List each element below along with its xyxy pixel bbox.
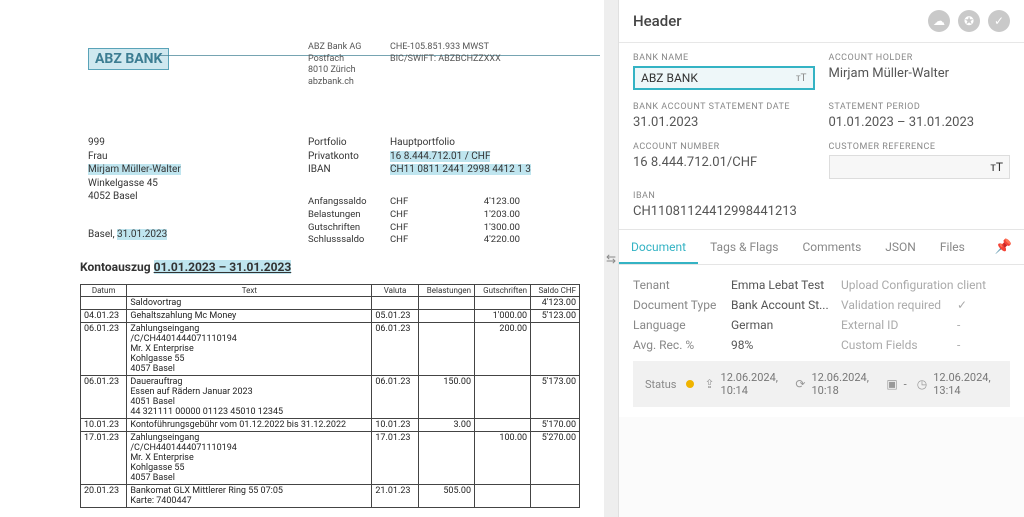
detail-tabs: Document Tags & Flags Comments JSON File… — [619, 229, 1024, 265]
resizer-handle-icon: ⇆ — [604, 245, 618, 273]
tab-tags-flags[interactable]: Tags & Flags — [698, 230, 790, 264]
table-row: 20.01.23Bankomat GLX Mittlerer Ring 55 0… — [81, 485, 580, 508]
globe-icon[interactable]: ✪ — [958, 10, 980, 32]
bank-logo-highlight: ABZ BANK — [88, 48, 169, 70]
balance-currency: CHF CHF CHF CHF — [390, 196, 408, 247]
portfolio-labels: Portfolio Privatkonto IBAN — [308, 136, 359, 177]
document-preview[interactable]: ABZ BANK ABZ Bank AG Postfach 8010 Züric… — [0, 0, 604, 517]
tab-json[interactable]: JSON — [873, 230, 928, 264]
archive-icon: ▣ — [886, 377, 897, 391]
clock-icon: ◷ — [917, 377, 927, 391]
text-size-icon: ᴛT — [990, 160, 1003, 174]
status-bar: Status ⇪ 12.06.2024, 10:14 ⟳ 12.06.2024,… — [633, 361, 1010, 407]
text-size-icon: ᴛT — [796, 73, 807, 84]
field-statement-period: STATEMENT PERIOD 01.01.2023 – 31.01.2023 — [829, 102, 1011, 130]
iban-value[interactable]: CH11081124412998441213 — [633, 204, 1010, 219]
portfolio-values: Hauptportfolio 16 8.444.712.01 / CHF CH1… — [390, 136, 531, 177]
tab-comments[interactable]: Comments — [790, 230, 873, 264]
cloud-icon[interactable]: ☁ — [928, 10, 950, 32]
field-iban: IBAN CH11081124412998441213 — [633, 191, 1010, 219]
field-customer-reference: CUSTOMER REFERENCE ᴛT — [829, 142, 1011, 179]
table-row: Saldovortrag4'123.00 — [81, 297, 580, 310]
statement-date-value[interactable]: 31.01.2023 — [633, 115, 815, 130]
statement-period-value[interactable]: 01.01.2023 – 31.01.2023 — [829, 115, 1011, 130]
transactions-table: Datum Text Valuta Belastungen Gutschrift… — [80, 284, 580, 508]
tab-files[interactable]: Files — [928, 230, 977, 264]
tab-document[interactable]: Document — [619, 230, 698, 264]
table-row: 04.01.23Gehaltszahlung Mc Money05.01.231… — [81, 310, 580, 323]
account-number-value[interactable]: 16 8.444.712.01/CHF — [633, 155, 815, 170]
pin-icon[interactable]: 📌 — [983, 239, 1024, 255]
field-bank-name: BANK NAME ABZ BANK ᴛT — [633, 53, 815, 90]
checkmark-icon: ✓ — [957, 298, 967, 312]
bank-ids-block: CHE-105.851.933 MWST BIC/SWIFT: ABZBCHZZ… — [390, 42, 501, 65]
document-metadata: Tenant Emma Lebat Test Upload Configurat… — [619, 265, 1024, 417]
bank-address-block: ABZ Bank AG Postfach 8010 Zürich abzbank… — [308, 42, 361, 89]
account-holder-value[interactable]: Mirjam Müller-Walter — [829, 66, 1011, 81]
panel-title: Header — [633, 12, 682, 30]
field-account-number: ACCOUNT NUMBER 16 8.444.712.01/CHF — [633, 142, 815, 179]
balance-values: 4'123.00 1'203.00 1'300.00 4'220.00 — [460, 196, 520, 247]
upload-icon: ⇪ — [704, 377, 714, 391]
field-account-holder: ACCOUNT HOLDER Mirjam Müller-Walter — [829, 53, 1011, 90]
table-row: 10.01.23Kontoführungsgebühr vom 01.12.20… — [81, 419, 580, 432]
issue-location-date: Basel, 31.01.2023 — [88, 229, 167, 240]
pane-resizer[interactable]: ⇆ — [604, 0, 618, 517]
field-statement-date: BANK ACCOUNT STATEMENT DATE 31.01.2023 — [633, 102, 815, 130]
customer-reference-input[interactable]: ᴛT — [829, 155, 1011, 179]
table-row: 06.01.23Dauerauftrag Essen auf Rädern Ja… — [81, 376, 580, 419]
bank-name-input[interactable]: ABZ BANK ᴛT — [633, 66, 815, 90]
extraction-panel: Header ☁ ✪ ✓ BANK NAME ABZ BANK ᴛT ACCOU… — [618, 0, 1024, 517]
refresh-icon: ⟳ — [795, 377, 805, 391]
statement-title: Kontoauszug 01.01.2023 – 31.01.2023 — [80, 260, 291, 274]
header-fields: BANK NAME ABZ BANK ᴛT ACCOUNT HOLDER Mir… — [619, 43, 1024, 229]
table-row: 17.01.23Zahlungseingang /C/CH44014440711… — [81, 432, 580, 485]
table-row: 06.01.23Zahlungseingang /C/CH44014440711… — [81, 323, 580, 376]
check-icon[interactable]: ✓ — [988, 10, 1010, 32]
field-link-line — [160, 55, 600, 56]
recipient-address: 999 Frau Mirjam Müller-Walter Winkelgass… — [88, 136, 181, 204]
panel-header: Header ☁ ✪ ✓ — [619, 0, 1024, 43]
status-dot-icon — [686, 380, 694, 388]
balance-labels: Anfangssaldo Belastungen Gutschriften Sc… — [308, 196, 367, 247]
